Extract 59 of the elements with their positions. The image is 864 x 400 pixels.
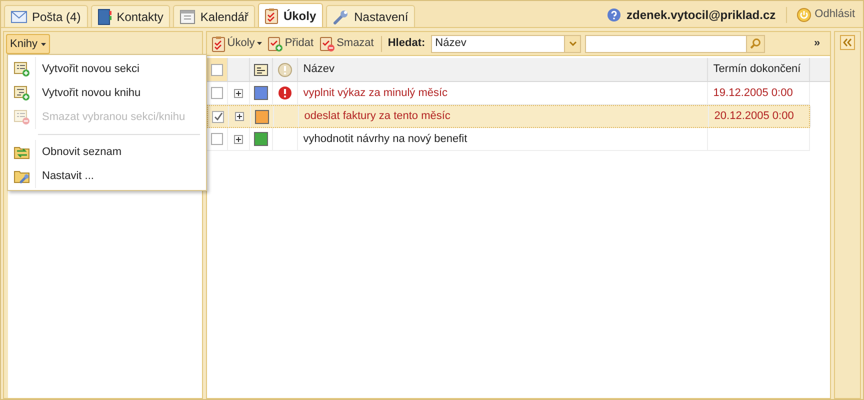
search-field-dropdown[interactable]: Název: [431, 34, 582, 52]
menu-item[interactable]: Obnovit seznam: [8, 140, 206, 164]
list-remove-icon: [14, 109, 30, 125]
tab[interactable]: Kontakty: [90, 5, 170, 27]
menu-item[interactable]: Vytvořit novou sekci: [8, 57, 206, 81]
expand-icon[interactable]: [234, 134, 244, 144]
envelope-icon: [11, 10, 27, 22]
menu-item[interactable]: Nastavit ...: [8, 164, 206, 188]
add-button[interactable]: Přidat: [266, 35, 315, 52]
due-date: 20.12.2005 0:00: [714, 109, 794, 124]
clipboard-icon: [265, 8, 278, 24]
column-header[interactable]: Název: [303, 61, 334, 78]
expand-icon[interactable]: [235, 112, 244, 121]
chevron-down-icon: [568, 41, 577, 46]
caret-icon: [256, 42, 262, 45]
list-icon: [254, 64, 268, 76]
clipboard-add-icon: [268, 36, 283, 52]
folder-wrench-icon: [14, 168, 30, 184]
tab[interactable]: Kalendář: [173, 5, 256, 27]
list-add-icon: [14, 61, 30, 77]
books-button[interactable]: Knihy: [6, 34, 50, 54]
tab[interactable]: Pošta (4): [4, 5, 88, 27]
wrench-icon: [333, 8, 350, 24]
select-all-checkbox[interactable]: [211, 64, 224, 76]
due-date: 19.12.2005 0:00: [713, 86, 793, 101]
expand-panel-button[interactable]: [840, 35, 856, 50]
power-icon: [796, 8, 811, 22]
check-icon: [214, 112, 223, 121]
clipboard-remove-icon: [320, 36, 335, 52]
search-icon[interactable]: [750, 38, 762, 49]
search-input[interactable]: [585, 34, 766, 52]
more-button[interactable]: »: [814, 35, 826, 52]
tab[interactable]: Úkoly: [258, 3, 324, 27]
list-add-icon: [14, 85, 30, 101]
logout-button[interactable]: Odhlásit: [796, 6, 855, 23]
exclamation-icon: [278, 62, 292, 76]
user-email: zdenek.vytocil@priklad.cz: [626, 6, 776, 24]
task-name: odeslat faktury za tento měsíc: [304, 109, 450, 124]
delete-button[interactable]: Smazat: [318, 35, 375, 52]
tab[interactable]: Nastavení: [326, 5, 416, 27]
expand-icon[interactable]: [234, 88, 244, 98]
clipboard-icon: [212, 36, 226, 52]
checkbox[interactable]: [211, 133, 224, 145]
checkbox[interactable]: [212, 110, 224, 122]
caret-icon: [40, 42, 46, 46]
calendar-icon: [180, 9, 196, 24]
folder-refresh-icon: [14, 144, 30, 160]
menu-item[interactable]: Vytvořit novou knihu: [8, 81, 206, 105]
task-row[interactable]: odeslat faktury za tento měsíc 20.12.2005 0:00: [207, 105, 810, 128]
checkbox[interactable]: [211, 87, 224, 99]
task-row[interactable]: vyhodnotit návrhy na nový benefit: [207, 128, 810, 151]
tasks-menu-button[interactable]: Úkoly: [211, 35, 263, 52]
column-header[interactable]: Termín dokončení: [713, 61, 801, 78]
book-icon: [98, 8, 112, 24]
help-icon[interactable]: [606, 8, 621, 22]
search-label: Hledat:: [388, 36, 426, 52]
double-chevron-icon: [843, 38, 852, 47]
task-name: vyplnit výkaz za minulý měsíc: [303, 86, 448, 101]
task-name: vyhodnotit návrhy na nový benefit: [303, 132, 468, 147]
